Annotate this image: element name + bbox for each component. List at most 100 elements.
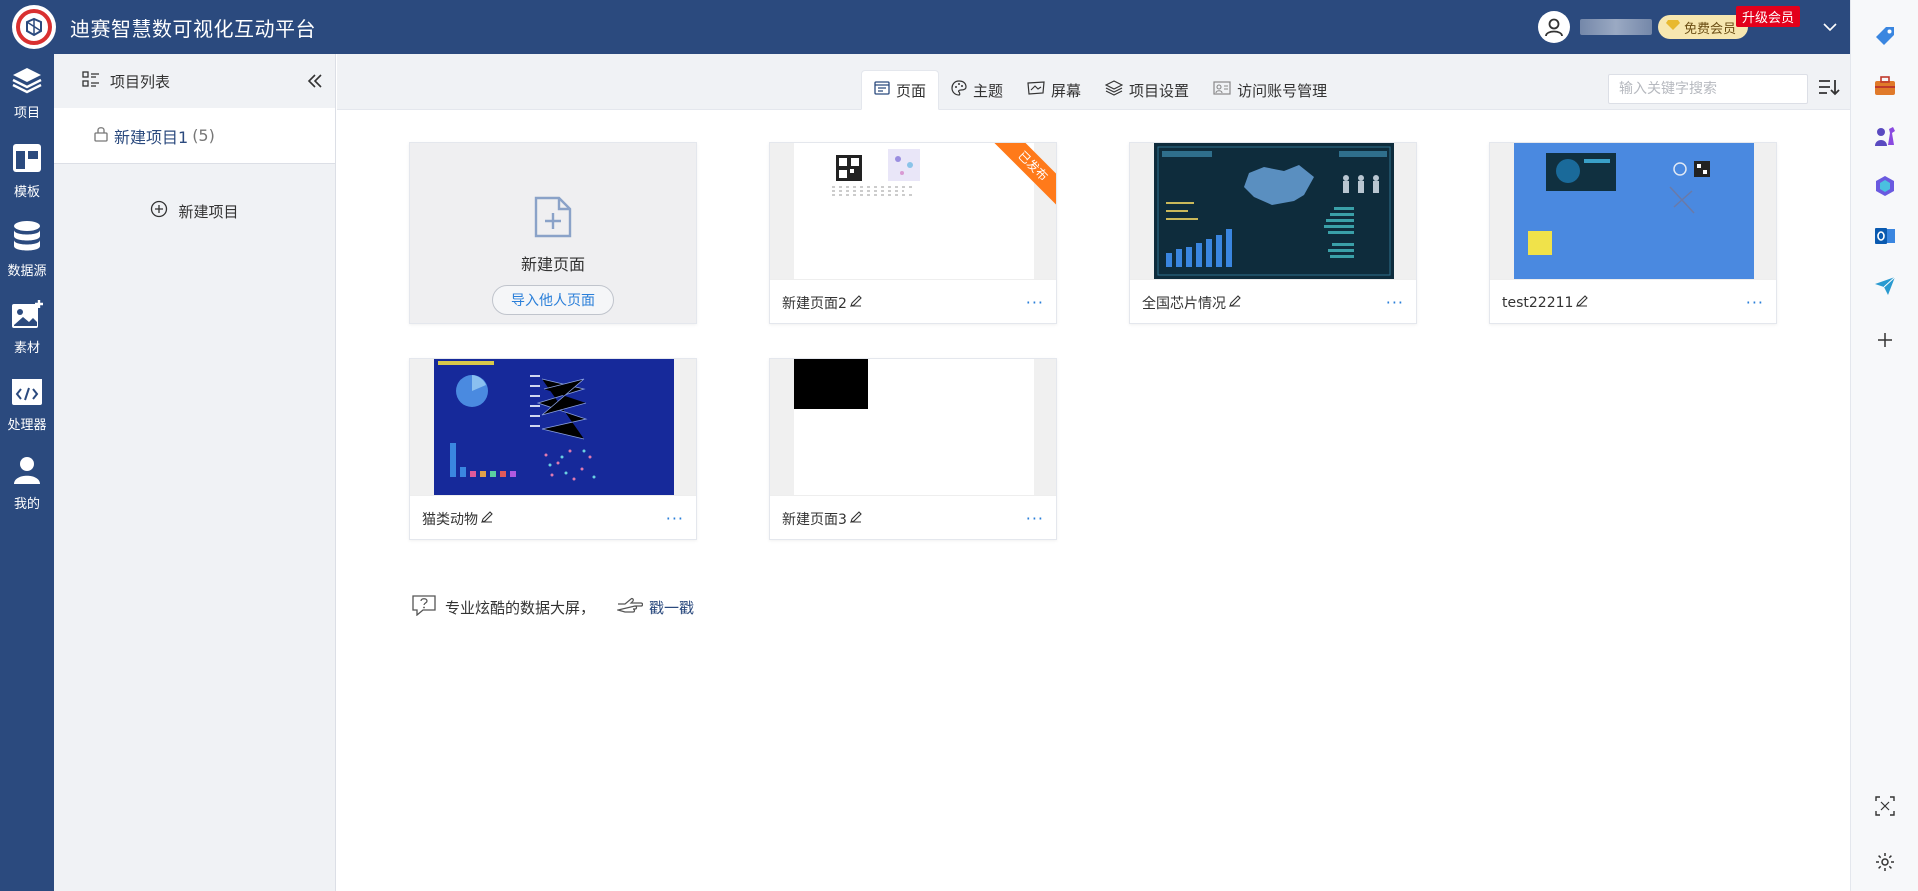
avatar[interactable]: [1537, 11, 1570, 43]
more-options-button[interactable]: ···: [1386, 293, 1404, 312]
left-nav: 项目 模板 数据源 素材 处理器 我的: [0, 54, 54, 891]
card-footer: test22211 ···: [1490, 279, 1776, 325]
tab-account-management[interactable]: 访问账号管理: [1201, 70, 1339, 110]
edit-icon[interactable]: [480, 510, 494, 528]
page-name-wrapper: 猫类动物: [422, 509, 494, 529]
nav-item-template[interactable]: 模板: [0, 132, 54, 210]
card-footer: 猫类动物 ···: [410, 495, 696, 541]
plus-circle-icon: [150, 200, 168, 222]
briefcase-icon[interactable]: [1873, 74, 1897, 98]
page-card[interactable]: 全国芯片情况 ···: [1129, 142, 1417, 324]
help-icon: [411, 594, 437, 620]
screenshot-icon[interactable]: [1873, 794, 1897, 818]
edit-icon[interactable]: [1575, 294, 1589, 312]
edit-icon[interactable]: [849, 294, 863, 312]
tab-project-settings[interactable]: 项目设置: [1093, 70, 1201, 110]
vip-badge[interactable]: 免费会员: [1657, 15, 1748, 39]
page-card[interactable]: 猫类动物 ···: [409, 358, 697, 540]
page-card[interactable]: 已发布 新建页面2 ···: [769, 142, 1057, 324]
tip-link[interactable]: 戳一戳: [615, 596, 695, 618]
tip-link-text: 戳一戳: [649, 598, 695, 617]
edit-icon[interactable]: [849, 510, 863, 528]
tab-bar: 页面 主题 屏幕 项目设置 访问账号管理: [337, 54, 1850, 110]
nav-item-processor[interactable]: 处理器: [0, 366, 54, 444]
stack-icon: [1104, 80, 1124, 100]
thumbnail-image: [1154, 143, 1394, 279]
more-options-button[interactable]: ···: [666, 509, 684, 528]
card-footer: 新建页面3 ···: [770, 495, 1056, 541]
user-area: 免费会员: [1537, 0, 1850, 54]
nav-item-mine[interactable]: 我的: [0, 444, 54, 522]
gear-icon[interactable]: [1873, 850, 1897, 874]
project-count: (5): [192, 126, 215, 145]
card-footer: 新建页面2 ···: [770, 279, 1056, 325]
app-logo[interactable]: [12, 5, 56, 49]
outlook-icon[interactable]: [1873, 224, 1897, 248]
upgrade-button[interactable]: 升级会员: [1735, 6, 1800, 27]
new-page-card[interactable]: 新建页面 导入他人页面: [409, 142, 697, 324]
tab-page[interactable]: 页面: [861, 70, 940, 110]
more-options-button[interactable]: ···: [1746, 293, 1764, 312]
list-icon: [82, 71, 100, 91]
code-icon: [11, 378, 43, 410]
logo-icon: [16, 9, 52, 45]
page-thumbnail[interactable]: [1490, 143, 1776, 279]
more-options-button[interactable]: ···: [1026, 509, 1044, 528]
nav-label: 数据源: [7, 263, 47, 279]
image-add-icon: [11, 299, 43, 333]
search-input[interactable]: [1608, 74, 1808, 104]
tip-text: 专业炫酷的数据大屏，: [445, 598, 596, 617]
add-icon[interactable]: [1873, 328, 1897, 352]
right-toolbar: [1850, 0, 1918, 891]
top-bar: 迪赛智慧数可视化互动平台 免费会员 升级会员: [0, 0, 1850, 54]
thumbnail-image: [794, 143, 1034, 279]
add-file-icon: [533, 195, 573, 243]
page-thumbnail[interactable]: [410, 359, 696, 495]
nav-label: 处理器: [7, 417, 47, 433]
nav-item-datasource[interactable]: 数据源: [0, 210, 54, 288]
copilot-icon[interactable]: [1873, 174, 1897, 198]
chevron-down-icon[interactable]: [1810, 22, 1850, 32]
new-page-label: 新建页面: [520, 255, 585, 274]
new-project-button[interactable]: 新建项目: [54, 200, 335, 222]
page-name: 全国芯片情况: [1142, 295, 1226, 312]
page-card[interactable]: 新建页面3 ···: [769, 358, 1057, 540]
more-options-button[interactable]: ···: [1026, 293, 1044, 312]
import-page-button[interactable]: 导入他人页面: [492, 285, 614, 315]
page-thumbnail[interactable]: [770, 359, 1056, 495]
nav-item-project[interactable]: 项目: [0, 54, 54, 132]
collapse-icon[interactable]: [307, 70, 323, 94]
thumbnail-image: [434, 359, 674, 495]
send-icon[interactable]: [1873, 274, 1897, 298]
page-name: 猫类动物: [422, 511, 478, 528]
tab-label: 页面: [896, 81, 927, 100]
project-item[interactable]: 新建项目1 (5): [54, 108, 335, 164]
tag-icon[interactable]: [1873, 24, 1897, 48]
page-thumbnail[interactable]: 已发布: [770, 143, 1056, 279]
edit-icon[interactable]: [1228, 294, 1242, 312]
tip-bar: 专业炫酷的数据大屏， 戳一戳: [411, 594, 694, 620]
layers-icon: [11, 66, 43, 98]
page-card[interactable]: test22211 ···: [1489, 142, 1777, 324]
tab-label: 访问账号管理: [1237, 81, 1328, 100]
nav-label: 素材: [13, 340, 40, 356]
page-name-wrapper: 新建页面3: [782, 509, 863, 529]
page-name: 新建页面2: [782, 295, 847, 312]
template-icon: [12, 143, 42, 177]
user-icon: [12, 455, 42, 489]
nav-item-material[interactable]: 素材: [0, 288, 54, 366]
page-name: 新建页面3: [782, 511, 847, 528]
page-name-wrapper: 新建页面2: [782, 293, 863, 313]
project-panel: 项目列表 新建项目1 (5) 新建项目: [54, 54, 336, 891]
page-name-wrapper: 全国芯片情况: [1142, 293, 1242, 313]
palette-icon: [951, 80, 967, 100]
sort-icon[interactable]: [1818, 78, 1840, 100]
tab-screen[interactable]: 屏幕: [1015, 70, 1093, 110]
page-name: test22211: [1502, 294, 1574, 311]
chess-icon[interactable]: [1873, 124, 1897, 148]
nav-label: 项目: [13, 105, 40, 121]
app-title: 迪赛智慧数可视化互动平台: [70, 16, 316, 41]
tab-label: 项目设置: [1129, 81, 1190, 100]
page-thumbnail[interactable]: [1130, 143, 1416, 279]
tab-theme[interactable]: 主题: [939, 70, 1015, 110]
